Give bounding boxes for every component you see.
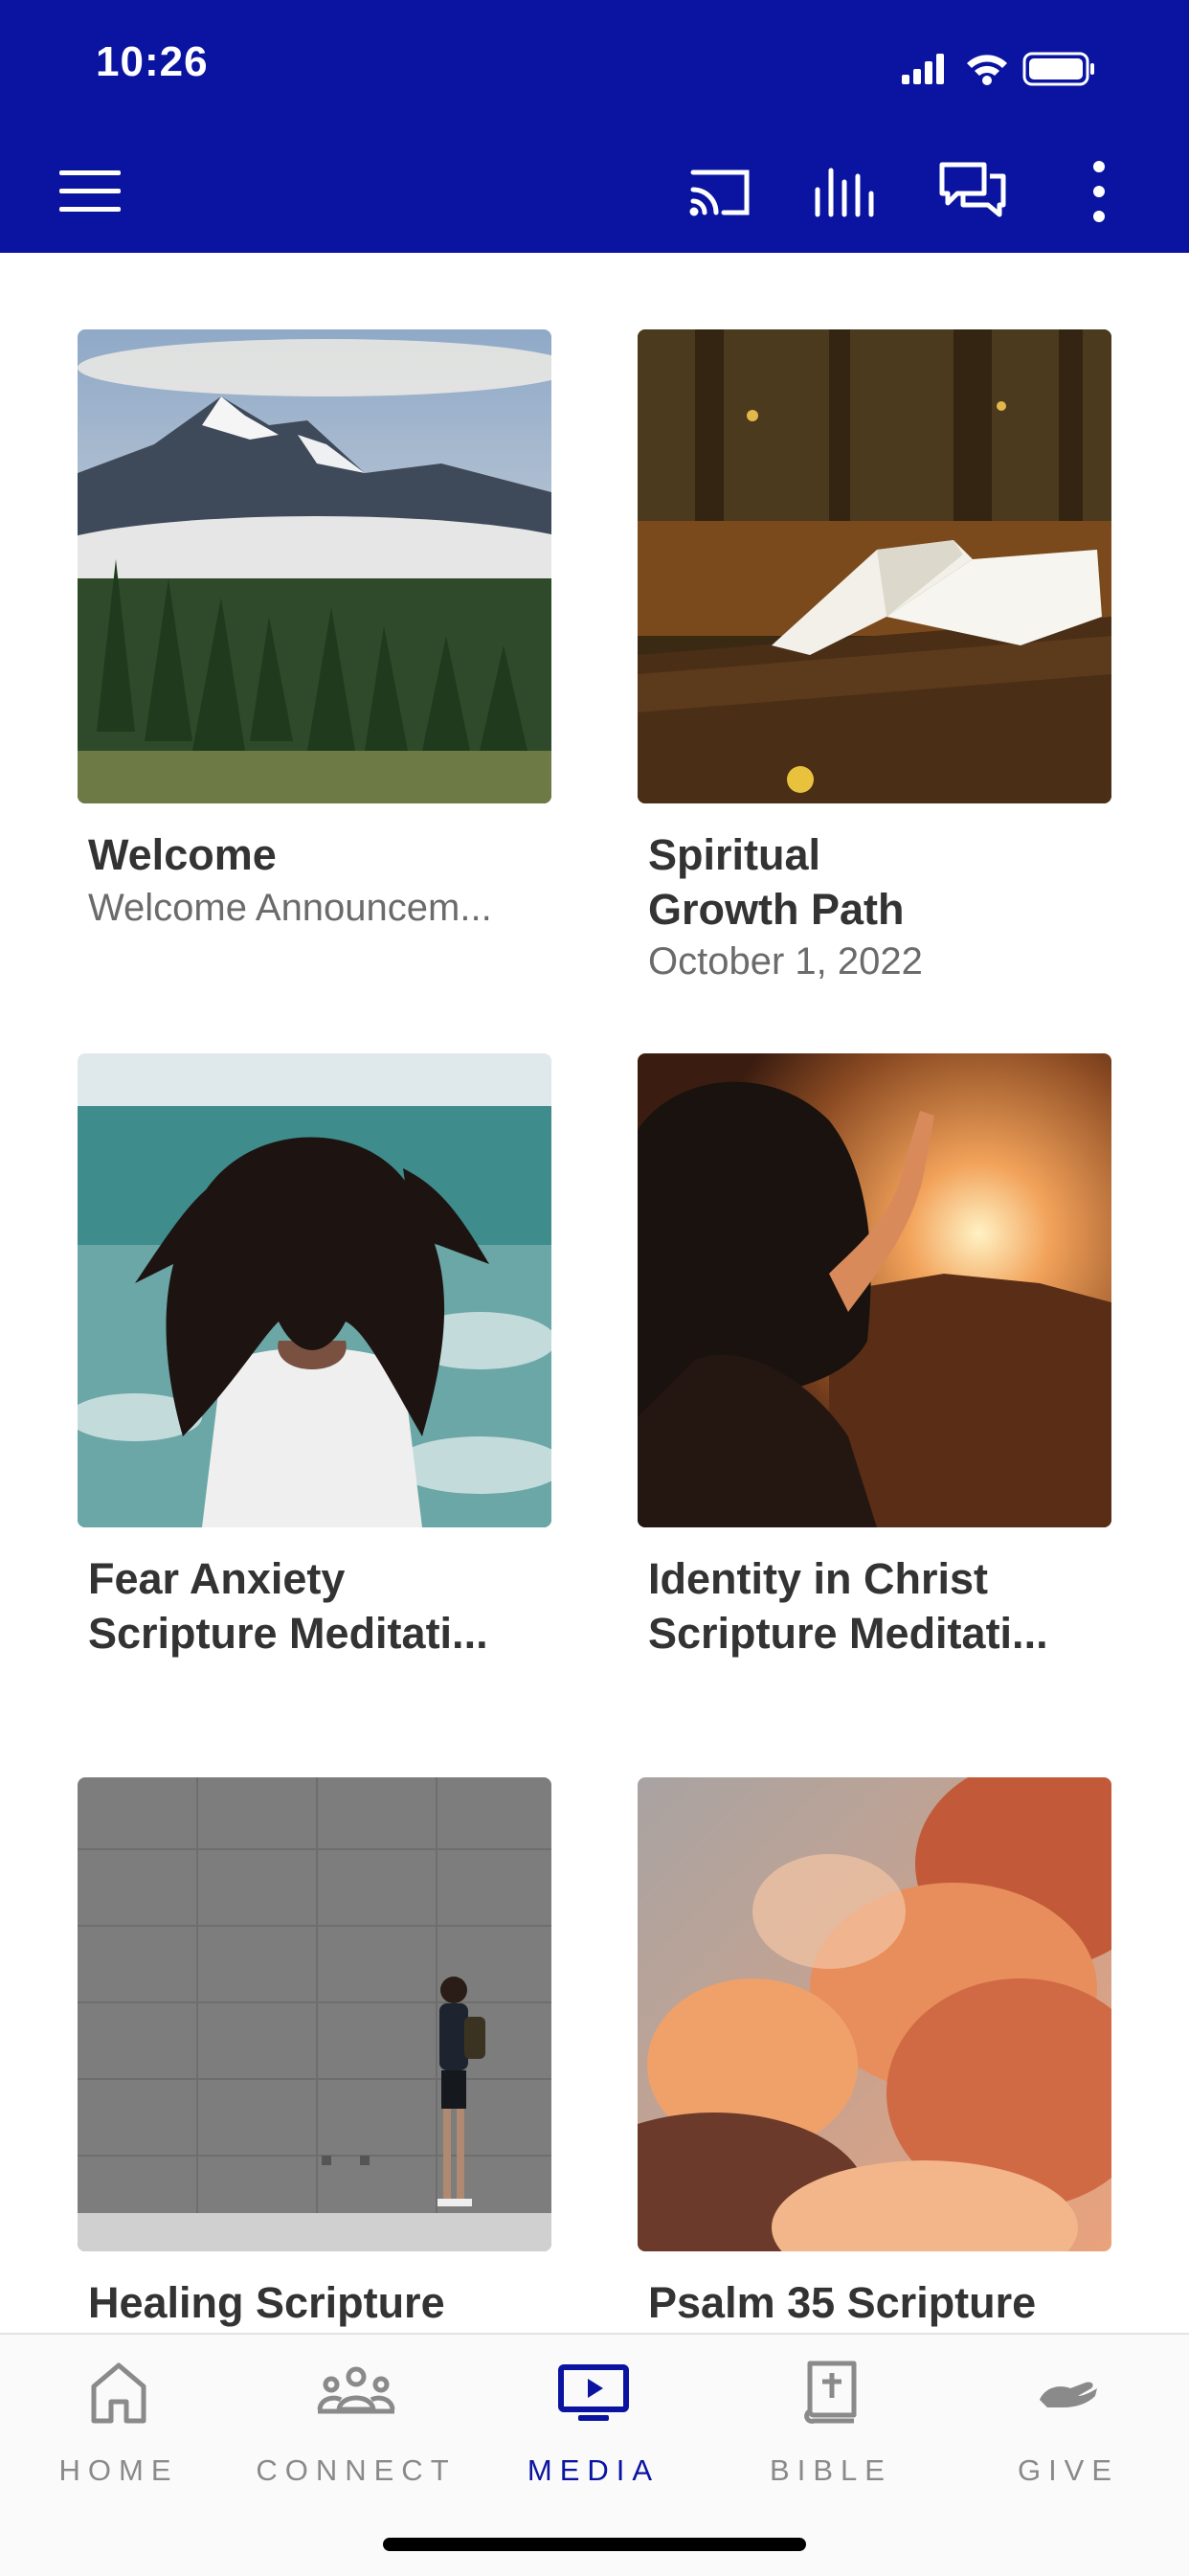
tab-label: HOME (58, 2453, 179, 2487)
tab-label: CONNECT (256, 2453, 457, 2487)
app-header: 10:26 (0, 0, 1189, 253)
card-title: Welcome (88, 830, 277, 879)
home-icon (79, 2358, 159, 2427)
tab-connect[interactable]: CONNECT (237, 2335, 475, 2526)
status-time: 10:26 (96, 38, 209, 85)
tab-home[interactable]: HOME (0, 2335, 237, 2526)
chat-icon[interactable] (934, 155, 1011, 228)
wifi-icon (967, 55, 1007, 85)
card-subtitle: October 1, 2022 (648, 940, 923, 983)
card-title: Healing Scripture (88, 2278, 445, 2327)
tab-label: GIVE (1017, 2453, 1120, 2487)
card-subtitle: Welcome Announcem... (88, 887, 492, 929)
card-thumbnail[interactable] (638, 1053, 1111, 1527)
people-icon (316, 2358, 396, 2427)
media-grid: Welcome Welcome Announcem... Spiritual G… (0, 253, 1189, 2333)
more-vertical-icon[interactable] (1061, 155, 1137, 228)
tab-bible[interactable]: BIBLE (712, 2335, 950, 2526)
bible-icon (791, 2358, 871, 2427)
tab-label: BIBLE (770, 2453, 892, 2487)
cast-icon[interactable] (682, 155, 758, 228)
media-player-icon (553, 2358, 634, 2427)
give-hand-icon (1028, 2358, 1109, 2427)
card-thumbnail[interactable] (638, 1777, 1111, 2251)
card-title: Fear Anxiety Scripture Meditati... (88, 1554, 488, 1658)
tab-label: MEDIA (527, 2453, 661, 2487)
tab-media[interactable]: MEDIA (475, 2335, 712, 2526)
card-title: Identity in Christ Scripture Meditati... (648, 1554, 1048, 1658)
card-title: Psalm 35 Scripture (648, 2278, 1037, 2327)
bottom-tab-bar: HOME CONNECT MEDIA BIBLE GIVE (0, 2333, 1189, 2576)
card-thumbnail[interactable] (78, 329, 551, 803)
card-thumbnail[interactable] (78, 1777, 551, 2251)
audio-bars-icon[interactable] (806, 155, 883, 228)
card-thumbnail[interactable] (78, 1053, 551, 1527)
home-indicator (383, 2538, 806, 2551)
tab-give[interactable]: GIVE (950, 2335, 1187, 2526)
card-thumbnail[interactable] (638, 329, 1111, 803)
card-title: Spiritual Growth Path (648, 830, 905, 934)
status-icons (902, 0, 1189, 134)
battery-icon (1022, 52, 1094, 86)
signal-icon (902, 54, 944, 84)
hamburger-menu-icon[interactable] (52, 155, 128, 228)
